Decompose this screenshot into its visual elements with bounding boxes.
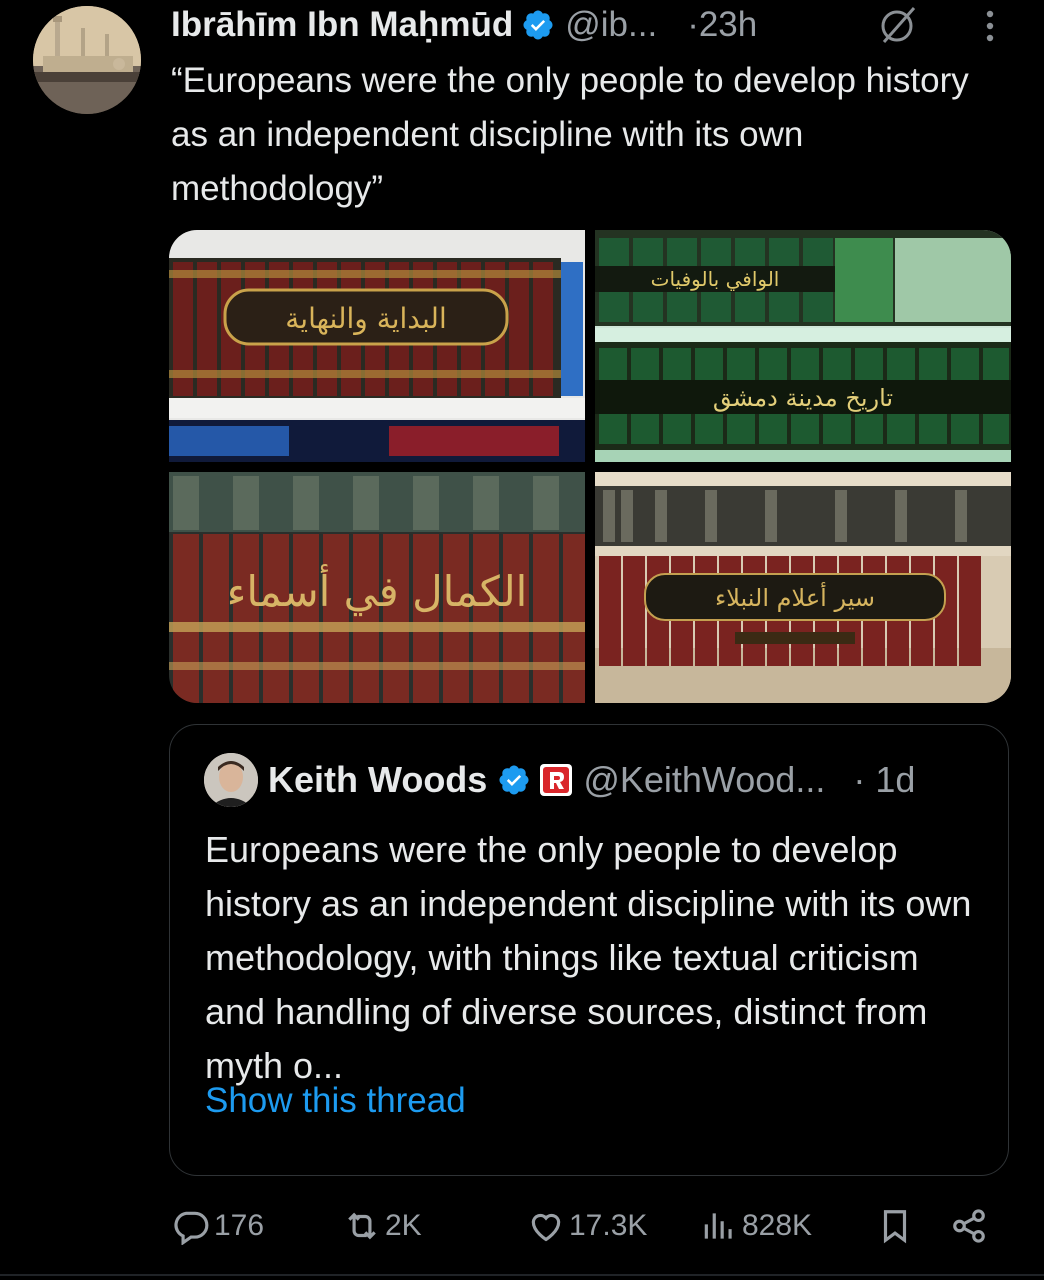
media-image-1[interactable]: البداية والنهاية xyxy=(169,230,585,462)
like-count: 17.3K xyxy=(569,1209,648,1242)
media-image-4[interactable]: سير أعلام النبلاء xyxy=(595,472,1011,703)
author-avatar[interactable] xyxy=(33,6,141,114)
show-thread-link[interactable]: Show this thread xyxy=(205,1081,466,1121)
bookmark-icon xyxy=(883,1210,907,1244)
author-name[interactable]: Ibrāhīm Ibn Maḥmūd xyxy=(171,5,513,45)
grok-icon[interactable] xyxy=(876,4,918,46)
more-icon[interactable] xyxy=(976,8,1004,44)
reply-count: 176 xyxy=(214,1209,265,1242)
views-count: 828K xyxy=(742,1209,813,1242)
image-3-title: الكمال في أسماء xyxy=(227,564,528,617)
image-1-title: البداية والنهاية xyxy=(285,302,446,335)
views-button[interactable]: 828K xyxy=(700,1196,812,1256)
media-grid: البداية والنهاية الوافي بالوفيات تاريخ م… xyxy=(169,230,1011,703)
divider xyxy=(0,1274,1044,1276)
image-2-title-bottom: تاريخ مدينة دمشق xyxy=(713,384,893,412)
quoted-author-avatar[interactable] xyxy=(204,753,258,807)
quoted-time[interactable]: · 1d xyxy=(853,759,915,801)
media-image-3[interactable]: الكمال في أسماء xyxy=(169,472,585,703)
rumble-badge-icon xyxy=(540,764,573,796)
image-2-title-top: الوافي بالوفيات xyxy=(651,267,780,292)
quoted-tweet[interactable]: Keith Woods @KeithWood... · 1d Europeans… xyxy=(169,724,1009,1176)
verified-badge-icon xyxy=(523,10,553,40)
author-handle[interactable]: @ib... xyxy=(565,5,657,45)
reply-button[interactable]: 176 xyxy=(172,1196,264,1256)
views-icon xyxy=(704,1213,732,1239)
quoted-header: Keith Woods @KeithWood... · 1d xyxy=(268,754,915,806)
repost-count: 2K xyxy=(385,1209,422,1242)
image-4-title: سير أعلام النبلاء xyxy=(715,582,875,612)
verified-badge-icon xyxy=(499,765,529,795)
like-button[interactable]: 17.3K xyxy=(527,1196,647,1256)
tweet-header: Ibrāhīm Ibn Maḥmūd @ib... ·23h xyxy=(171,0,757,50)
repost-icon xyxy=(348,1212,376,1240)
repost-button[interactable]: 2K xyxy=(343,1196,422,1256)
like-icon xyxy=(531,1213,561,1242)
quoted-text: Europeans were the only people to develo… xyxy=(205,829,972,1086)
tweet-time[interactable]: ·23h xyxy=(687,5,757,45)
media-image-2[interactable]: الوافي بالوفيات تاريخ مدينة دمشق xyxy=(595,230,1011,462)
share-icon xyxy=(953,1209,985,1243)
share-button[interactable] xyxy=(950,1196,988,1256)
quoted-author-handle[interactable]: @KeithWood... xyxy=(583,759,825,801)
reply-icon xyxy=(174,1211,209,1245)
quoted-author-name[interactable]: Keith Woods xyxy=(268,759,487,801)
tweet-text: “Europeans were the only people to devel… xyxy=(171,61,969,208)
action-bar: 176 2K 17.3K 828K xyxy=(0,1196,1044,1256)
bookmark-button[interactable] xyxy=(876,1196,914,1256)
